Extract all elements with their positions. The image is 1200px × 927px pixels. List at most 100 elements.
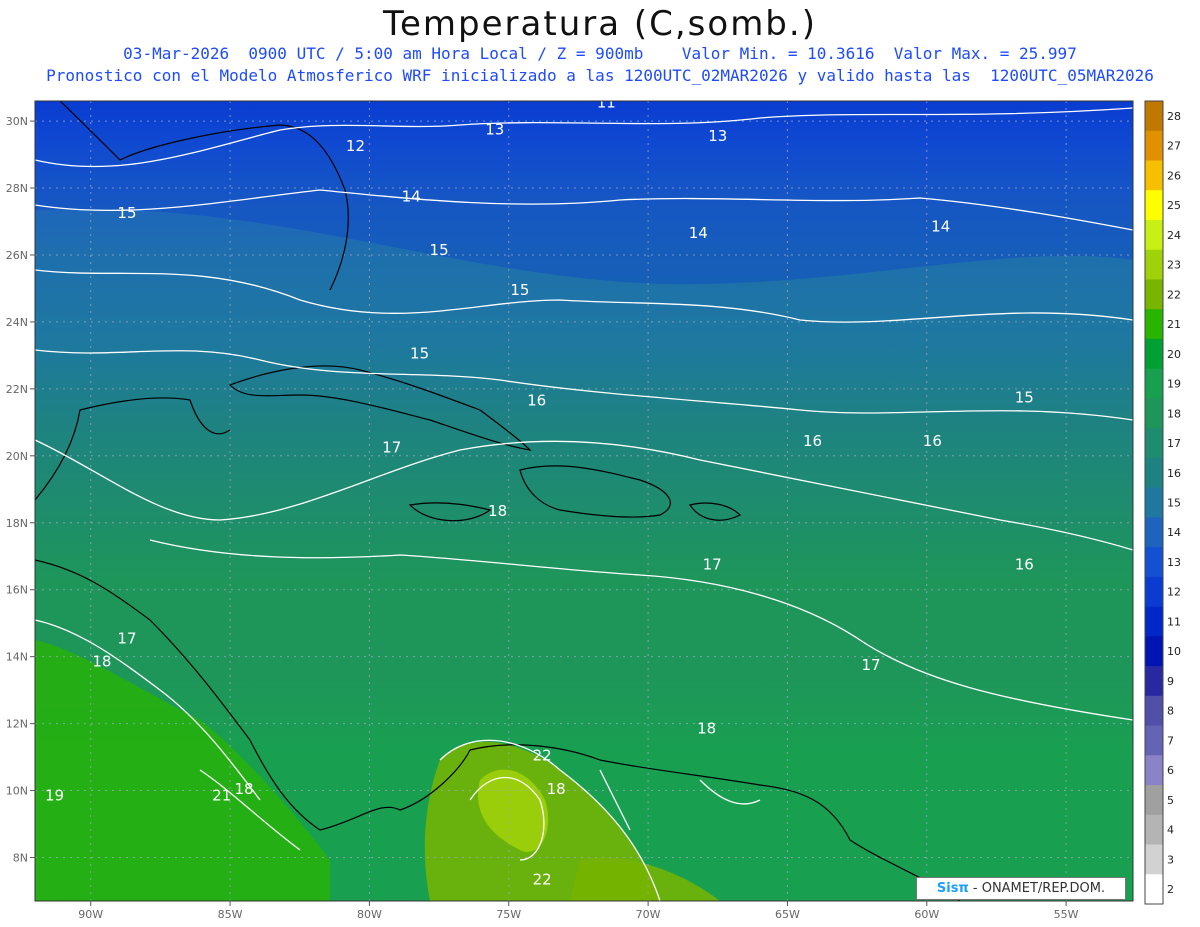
contour-label: 15: [1015, 388, 1034, 406]
lon-label: 85W: [218, 908, 243, 921]
contour-label: 17: [861, 656, 880, 674]
legend-swatch: [1145, 636, 1163, 667]
contour-label: 16: [527, 392, 546, 410]
legend-label: 20: [1167, 348, 1181, 361]
lat-label: 24N: [6, 316, 28, 329]
legend-swatch: [1145, 487, 1163, 518]
legend-swatch: [1145, 874, 1163, 905]
contour-label: 15: [510, 281, 529, 299]
lat-label: 28N: [6, 182, 28, 195]
lat-label: 16N: [6, 584, 28, 597]
legend-swatch: [1145, 219, 1163, 251]
lat-label: 10N: [6, 785, 28, 798]
legend-swatch: [1145, 249, 1163, 280]
lat-label: 8N: [13, 851, 28, 864]
lon-label: 70W: [636, 908, 661, 921]
contour-label: 14: [689, 224, 708, 242]
contour-label: 11: [597, 94, 616, 112]
lon-label: 75W: [496, 908, 521, 921]
lat-label: 20N: [6, 450, 28, 463]
legend-label: 12: [1167, 586, 1181, 599]
legend-label: 3: [1167, 853, 1174, 866]
contour-label: 19: [45, 787, 64, 805]
contour-label: 18: [697, 720, 716, 738]
legend-label: 11: [1167, 615, 1181, 628]
contour-label: 18: [488, 502, 507, 520]
contour-label: 22: [533, 870, 552, 888]
legend-label: 21: [1167, 318, 1181, 331]
legend-label: 26: [1167, 169, 1181, 182]
contour-label: 12: [346, 137, 365, 155]
lat-label: 18N: [6, 517, 28, 530]
contour-label: 15: [430, 241, 449, 259]
contour-label: 17: [703, 556, 722, 574]
legend-swatch: [1145, 428, 1163, 459]
legend-swatch: [1145, 814, 1163, 846]
legend-swatch: [1145, 368, 1163, 399]
legend-swatch: [1145, 338, 1163, 370]
legend-label: 8: [1167, 705, 1174, 718]
legend-swatch: [1145, 457, 1163, 489]
legend-swatch: [1145, 309, 1163, 340]
legend-label: 6: [1167, 764, 1174, 777]
lat-label: 30N: [6, 115, 28, 128]
legend-label: 2: [1167, 883, 1174, 896]
legend-swatch: [1145, 725, 1163, 756]
lon-label: 60W: [914, 908, 939, 921]
contour-label: 14: [931, 218, 950, 236]
legend-swatch: [1145, 279, 1163, 310]
lon-label: 55W: [1054, 908, 1079, 921]
legend-label: 17: [1167, 437, 1181, 450]
contour-label: 16: [803, 432, 822, 450]
contour-label: 15: [410, 345, 429, 363]
legend-label: 24: [1167, 229, 1181, 242]
lat-label: 14N: [6, 651, 28, 664]
lon-label: 65W: [775, 908, 800, 921]
temperature-map: 11 13 13 12 14 15 14 14 15 15 15 16 15 16 16 17 18 17 16 17…: [6, 94, 1181, 921]
legend-label: 13: [1167, 556, 1181, 569]
lon-label: 80W: [357, 908, 382, 921]
color-legend: 2827262524232221201918171615141312111098…: [1144, 100, 1181, 905]
legend-swatch: [1145, 517, 1163, 548]
legend-swatch: [1145, 844, 1163, 875]
legend-label: 25: [1167, 199, 1181, 212]
legend-label: 19: [1167, 378, 1181, 391]
legend-swatch: [1145, 547, 1163, 578]
contour-label: 13: [708, 127, 727, 145]
legend-label: 4: [1167, 824, 1174, 837]
legend-label: 27: [1167, 140, 1181, 153]
legend-label: 14: [1167, 526, 1181, 539]
latitude-axis: 30N 28N 26N 24N 22N 20N 18N 16N 14N 12N 10N 8N: [6, 115, 35, 864]
legend-swatch: [1145, 130, 1163, 161]
legend-label: 22: [1167, 288, 1181, 301]
legend-label: 15: [1167, 497, 1181, 510]
legend-swatch: [1145, 576, 1163, 608]
longitude-axis: 90W 85W 80W 75W 70W 65W 60W 55W: [78, 901, 1079, 921]
contour-label: 14: [402, 187, 421, 205]
lon-label: 90W: [78, 908, 103, 921]
contour-label: 22: [533, 746, 552, 764]
contour-label: 16: [1015, 556, 1034, 574]
legend-swatch: [1145, 101, 1163, 132]
contour-label: 15: [117, 204, 136, 222]
legend-swatch: [1145, 606, 1163, 637]
contour-label: 18: [92, 653, 111, 671]
legend-swatch: [1145, 695, 1163, 727]
legend-label: 7: [1167, 734, 1174, 747]
contour-label: 17: [117, 629, 136, 647]
contour-label: 17: [382, 438, 401, 456]
legend-swatch: [1145, 755, 1163, 786]
lat-label: 22N: [6, 383, 28, 396]
legend-label: 16: [1167, 467, 1181, 480]
contour-label: 18: [234, 780, 253, 798]
legend-label: 18: [1167, 407, 1181, 420]
legend-swatch: [1145, 190, 1163, 221]
legend-label: 28: [1167, 110, 1181, 123]
legend-label: 9: [1167, 675, 1174, 688]
contour-label: 16: [923, 432, 942, 450]
legend-swatch: [1145, 398, 1163, 429]
contour-label: 21: [212, 787, 231, 805]
lat-label: 12N: [6, 718, 28, 731]
onamet-watermark: Sisπ - ONAMET/REP.DOM.: [916, 877, 1126, 900]
legend-swatch: [1145, 785, 1163, 816]
